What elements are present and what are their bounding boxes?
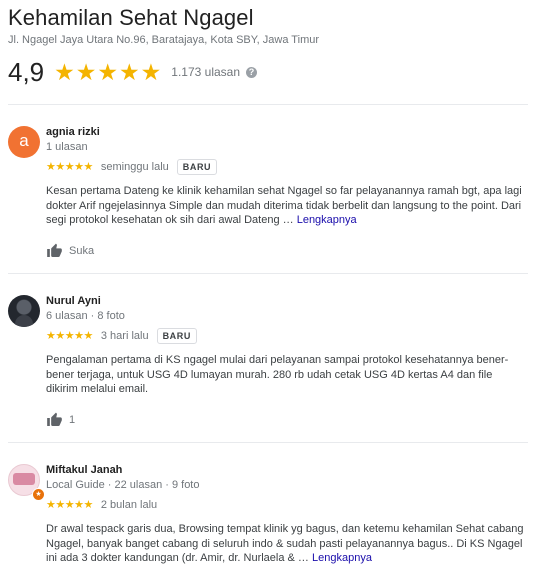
review-time: 3 hari lalu bbox=[100, 330, 149, 342]
more-link[interactable]: Lengkapnya bbox=[297, 214, 357, 226]
star-icon: ★ bbox=[55, 330, 65, 342]
star-icon: ★ bbox=[64, 499, 75, 511]
star-icon: ★ bbox=[46, 330, 56, 342]
star-icon: ★ bbox=[83, 330, 94, 342]
rating-stars: ★ ★ ★ ★ ★ bbox=[54, 60, 161, 84]
star-icon: ★ bbox=[64, 161, 75, 173]
business-address: Jl. Ngagel Jaya Utara No.96, Baratajaya,… bbox=[8, 34, 320, 46]
star-icon: ★ bbox=[46, 161, 56, 173]
avatar[interactable] bbox=[8, 295, 40, 327]
star-icon: ★ bbox=[46, 499, 56, 511]
star-icon: ★ bbox=[64, 330, 75, 342]
review-time: seminggu lalu bbox=[100, 161, 169, 173]
divider bbox=[8, 442, 528, 443]
avatar-image bbox=[13, 473, 35, 485]
review-text: Kesan pertama Dateng ke klinik kehamilan… bbox=[46, 184, 526, 228]
thumbs-up-icon bbox=[47, 243, 62, 257]
review-time: 2 bulan lalu bbox=[100, 499, 158, 511]
star-icon: ★ bbox=[140, 59, 162, 85]
reviewer-meta: 1 ulasan bbox=[46, 141, 88, 153]
reviewer-meta: 6 ulasan · 8 foto bbox=[46, 310, 125, 322]
review-text-body: Kesan pertama Dateng ke klinik kehamilan… bbox=[46, 185, 522, 226]
star-icon: ★ bbox=[83, 499, 94, 511]
thumbs-up-icon bbox=[47, 412, 62, 426]
local-guide-badge-icon: ★ bbox=[32, 488, 45, 501]
review-stars: ★ ★ ★ ★ ★ bbox=[46, 161, 93, 173]
help-icon[interactable]: ? bbox=[246, 66, 258, 78]
reviewer-meta: Local Guide · 22 ulasan · 9 foto bbox=[46, 479, 200, 491]
like-count: 1 bbox=[69, 413, 76, 426]
star-icon: ★ bbox=[54, 59, 75, 85]
reviewer-name[interactable]: agnia rizki bbox=[46, 126, 526, 139]
star-icon: ★ bbox=[74, 161, 84, 173]
rating-score: 4,9 bbox=[8, 57, 45, 87]
review-text-body: Dr awal tespack garis dua, Browsing temp… bbox=[46, 523, 524, 564]
avatar[interactable]: a bbox=[8, 126, 40, 158]
reviewer-name[interactable]: Miftakul Janah bbox=[46, 464, 526, 477]
star-icon: ★ bbox=[55, 499, 65, 511]
divider bbox=[8, 104, 528, 105]
overall-rating: 4,9 ★ ★ ★ ★ ★ 1.173 ulasan ? bbox=[8, 57, 536, 87]
like-button[interactable]: 1 bbox=[46, 411, 526, 429]
review-text: Pengalaman pertama di KS ngagel mulai da… bbox=[46, 354, 509, 395]
more-link[interactable]: Lengkapnya bbox=[312, 552, 372, 564]
star-icon: ★ bbox=[119, 59, 140, 85]
review-stars: ★ ★ ★ ★ ★ bbox=[46, 330, 93, 342]
like-button[interactable]: Suka bbox=[46, 242, 526, 260]
star-icon: ★ bbox=[55, 161, 65, 173]
business-name: Kehamilan Sehat Ngagel bbox=[8, 5, 254, 30]
star-icon: ★ bbox=[74, 499, 84, 511]
star-icon: ★ bbox=[97, 59, 119, 85]
review-text: Dr awal tespack garis dua, Browsing temp… bbox=[46, 522, 526, 566]
reviewer-name[interactable]: Nurul Ayni bbox=[46, 295, 526, 308]
review-count-link[interactable]: 1.173 ulasan bbox=[171, 65, 240, 79]
new-badge: BARU bbox=[176, 159, 218, 175]
review-stars: ★ ★ ★ ★ ★ bbox=[46, 499, 93, 511]
place-header: Kehamilan Sehat Ngagel Jl. Ngagel Jaya U… bbox=[8, 4, 536, 87]
divider bbox=[8, 273, 528, 274]
new-badge: BARU bbox=[156, 328, 197, 344]
star-icon: ★ bbox=[74, 330, 84, 342]
star-icon: ★ bbox=[83, 161, 94, 173]
star-icon: ★ bbox=[75, 59, 97, 85]
like-label: Suka bbox=[69, 244, 95, 257]
